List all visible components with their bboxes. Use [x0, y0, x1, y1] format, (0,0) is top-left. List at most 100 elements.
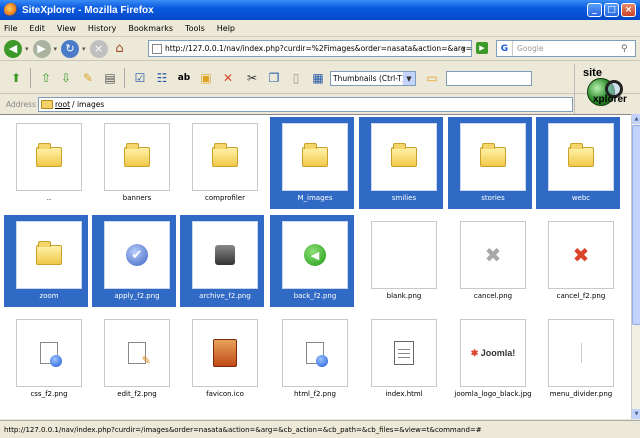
file-name: blank.png [386, 292, 422, 300]
menu-tools[interactable]: Tools [185, 24, 205, 33]
file-item[interactable]: comprofiler [180, 117, 264, 209]
address-root-link[interactable]: root [55, 100, 70, 109]
thumbnail[interactable]: ✎ [104, 319, 170, 387]
search-magnifier-icon[interactable]: ⚲ [621, 44, 635, 54]
search-box[interactable]: G Google ⚲ [496, 40, 636, 57]
menu-bookmarks[interactable]: Bookmarks [128, 24, 173, 33]
file-name: joomla_logo_black.jpg [454, 390, 532, 398]
home-icon[interactable]: ⌂ [111, 40, 129, 58]
thumbnail[interactable] [371, 123, 437, 191]
file-item[interactable]: banners [92, 117, 176, 209]
properties-icon[interactable]: ▣ [198, 70, 214, 86]
thumbnail[interactable] [16, 319, 82, 387]
chevron-down-icon[interactable]: ▼ [403, 72, 415, 85]
favicon-icon [213, 339, 237, 367]
file-item[interactable]: css_f2.png [4, 313, 88, 405]
vertical-scrollbar[interactable]: ▲ ▼ [631, 114, 640, 419]
thumbnail[interactable] [282, 319, 348, 387]
file-name: menu_divider.png [549, 390, 613, 398]
reload-dropdown-icon[interactable]: ▾ [82, 45, 86, 53]
filter-folder-icon[interactable]: ▭ [424, 70, 440, 86]
file-item[interactable]: ✖ cancel_f2.png [536, 215, 620, 307]
forward-arrow-icon[interactable]: ▶ [32, 39, 51, 58]
select-all-icon[interactable]: ☑ [132, 70, 148, 86]
delete-icon[interactable]: ✕ [220, 70, 236, 86]
menu-file[interactable]: File [4, 24, 17, 33]
go-icon[interactable]: ▶ [476, 42, 488, 54]
thumbnail[interactable] [548, 123, 614, 191]
thumbnail[interactable]: ✔ [104, 221, 170, 289]
thumbnail[interactable]: ◀ [282, 221, 348, 289]
file-item[interactable]: html_f2.png [270, 313, 354, 405]
menu-view[interactable]: View [57, 24, 76, 33]
scroll-down-icon[interactable]: ▼ [632, 409, 640, 419]
menu-history[interactable]: History [88, 24, 116, 33]
thumbnail[interactable] [192, 319, 258, 387]
thumbnail[interactable] [192, 123, 258, 191]
up-folder-icon[interactable]: ⬆ [8, 70, 24, 86]
file-item[interactable]: smilies [359, 117, 443, 209]
address-path[interactable]: root / images [38, 97, 573, 112]
thumbnail[interactable] [16, 123, 82, 191]
folder-icon [391, 143, 417, 167]
file-item[interactable]: M_images [270, 117, 354, 209]
menu-help[interactable]: Help [217, 24, 235, 33]
filter-input[interactable] [446, 71, 532, 86]
url-bar[interactable]: http://127.0.0.1/nav/index.php?curdir=%2… [148, 40, 472, 57]
file-item[interactable]: menu_divider.png [536, 313, 620, 405]
google-icon[interactable]: G [497, 41, 513, 56]
download-icon[interactable]: ⇩ [58, 70, 74, 86]
reload-icon[interactable]: ↻ [61, 39, 80, 58]
file-item[interactable]: .. [4, 117, 88, 209]
thumbnail[interactable] [282, 123, 348, 191]
copy-icon[interactable]: ❐ [266, 70, 282, 86]
scroll-up-icon[interactable]: ▲ [632, 114, 640, 124]
file-item[interactable]: ✖ cancel.png [448, 215, 532, 307]
thumbnail[interactable] [460, 123, 526, 191]
thumbnail[interactable] [371, 319, 437, 387]
file-item[interactable]: ◀ back_f2.png [270, 215, 354, 307]
scrollbar-thumb[interactable] [632, 125, 640, 325]
new-file-icon[interactable]: ▤ [102, 70, 118, 86]
file-item[interactable]: blank.png [359, 215, 443, 307]
file-item[interactable]: stories [448, 117, 532, 209]
file-item[interactable]: ✎ edit_f2.png [92, 313, 176, 405]
upload-icon[interactable]: ⇧ [38, 70, 54, 86]
thumbnail[interactable] [192, 221, 258, 289]
cut-icon[interactable]: ✂ [244, 70, 260, 86]
thumbnail[interactable]: ✖ [460, 221, 526, 289]
file-name: edit_f2.png [117, 390, 157, 398]
file-item[interactable]: archive_f2.png [180, 215, 264, 307]
thumbnail[interactable] [371, 221, 437, 289]
close-button[interactable]: × [621, 3, 636, 17]
invert-selection-icon[interactable]: ☷ [154, 70, 170, 86]
new-folder-icon[interactable]: ✎ [80, 70, 96, 86]
file-item[interactable]: favicon.ico [180, 313, 264, 405]
view-mode-select[interactable]: Thumbnails (Ctrl-T) ▼ [330, 71, 416, 86]
url-dropdown-icon[interactable]: ▾ [462, 40, 472, 57]
file-item[interactable]: ✱ Joomla! joomla_logo_black.jpg [448, 313, 532, 405]
file-item[interactable]: zoom [4, 215, 88, 307]
thumbnail[interactable]: ✱ Joomla! [460, 319, 526, 387]
file-name: css_f2.png [30, 390, 68, 398]
paste-icon[interactable]: ▯ [288, 70, 304, 86]
forward-dropdown-icon[interactable]: ▾ [54, 45, 58, 53]
search-input[interactable]: Google [513, 44, 621, 53]
maximize-button[interactable]: □ [604, 3, 619, 17]
back-arrow-icon[interactable]: ◀ [4, 39, 22, 58]
back-dropdown-icon[interactable]: ▾ [25, 45, 29, 53]
cancel-icon: ✖ [484, 243, 502, 267]
firefox-icon [4, 3, 18, 17]
menu-edit[interactable]: Edit [29, 24, 45, 33]
file-item[interactable]: webc [536, 117, 620, 209]
minimize-button[interactable]: _ [587, 3, 602, 17]
stop-icon[interactable]: × [89, 39, 108, 58]
thumbnail[interactable] [104, 123, 170, 191]
thumbnail[interactable] [548, 319, 614, 387]
file-item[interactable]: ✔ apply_f2.png [92, 215, 176, 307]
rename-icon[interactable]: ab [176, 70, 192, 86]
file-item[interactable]: index.html [359, 313, 443, 405]
thumbnail[interactable]: ✖ [548, 221, 614, 289]
view-mode-icon[interactable]: ▦ [310, 70, 326, 86]
thumbnail[interactable] [16, 221, 82, 289]
